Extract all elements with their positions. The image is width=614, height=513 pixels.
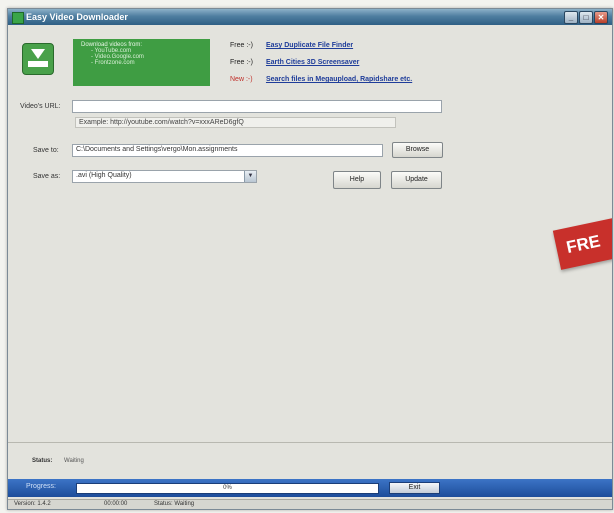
progress-panel: Progress: 0% Exit — [8, 479, 612, 497]
statusbar-state: Status: Waiting — [154, 501, 195, 507]
save-as-selected: .avi (High Quality) — [76, 172, 132, 179]
status-bar: Version: 1.4.2 00:00:00 Status: Waiting — [8, 499, 612, 509]
promo-link-duplicate-finder[interactable]: Easy Duplicate File Finder — [266, 42, 353, 49]
video-url-label: Video's URL: — [20, 103, 61, 110]
status-line: Status: Waiting — [32, 458, 84, 464]
save-as-label: Save as: — [33, 173, 61, 180]
save-as-select[interactable]: .avi (High Quality) ▼ — [72, 170, 257, 183]
elapsed-time: 00:00:00 — [104, 501, 128, 507]
exit-button[interactable]: Exit — [389, 482, 440, 494]
promo-row: New :-) Search files in Megaupload, Rapi… — [230, 76, 412, 83]
title-bar: Easy Video Downloader _ □ ✕ — [8, 9, 612, 25]
supported-site: - Frontzone.com — [91, 60, 135, 66]
promo-row: Free :-) Easy Duplicate File Finder — [230, 42, 353, 49]
status-value: Waiting — [64, 458, 84, 464]
download-logo-icon — [22, 43, 54, 75]
help-button[interactable]: Help — [333, 171, 381, 189]
app-icon — [12, 12, 24, 24]
progress-label: Progress: — [26, 483, 56, 490]
supported-sites-box: Download videos from: - YouTube.com - Vi… — [73, 39, 210, 86]
chevron-down-icon[interactable]: ▼ — [244, 171, 256, 182]
update-button[interactable]: Update — [391, 171, 442, 189]
window-title: Easy Video Downloader — [26, 12, 128, 22]
promo-link-search-files[interactable]: Search files in Megaupload, Rapidshare e… — [266, 76, 412, 83]
progress-bar: 0% — [76, 483, 379, 494]
app-window: Easy Video Downloader _ □ ✕ Download vid… — [7, 8, 613, 510]
minimize-button[interactable]: _ — [564, 11, 578, 24]
promo-row: Free :-) Earth Cities 3D Screensaver — [230, 59, 359, 66]
status-label: Status: — [32, 458, 53, 464]
maximize-button[interactable]: □ — [579, 11, 593, 24]
save-to-label: Save to: — [33, 147, 59, 154]
browse-button[interactable]: Browse — [392, 142, 443, 158]
divider — [8, 442, 612, 443]
progress-percent: 0% — [223, 485, 232, 491]
promo-tag: New :-) — [230, 76, 253, 83]
url-example: Example: http://youtube.com/watch?v=xxxA… — [75, 117, 396, 128]
promo-tag: Free :-) — [230, 59, 253, 66]
promo-tag: Free :-) — [230, 42, 253, 49]
video-url-input[interactable] — [72, 100, 442, 113]
free-ribbon: FRE — [552, 212, 612, 270]
version-text: Version: 1.4.2 — [14, 501, 51, 507]
save-to-input[interactable]: C:\Documents and Settings\vergo\Mon.assi… — [72, 144, 383, 157]
close-button[interactable]: ✕ — [594, 11, 608, 24]
promo-link-earth-cities[interactable]: Earth Cities 3D Screensaver — [266, 59, 359, 66]
